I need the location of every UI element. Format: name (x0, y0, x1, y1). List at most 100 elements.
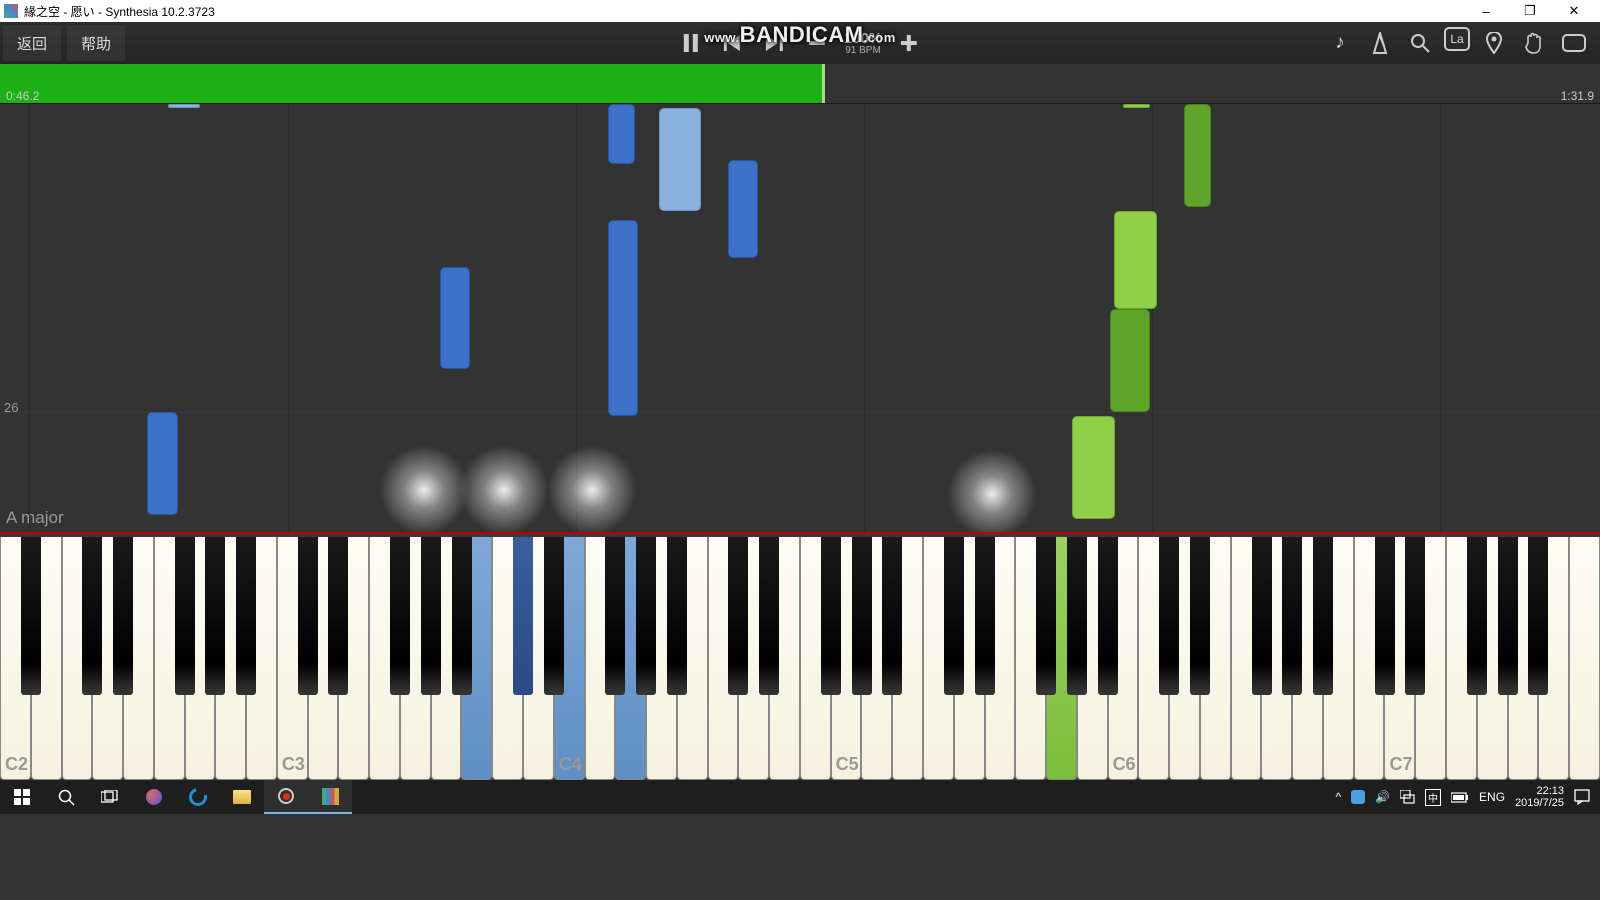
falling-note (147, 412, 177, 515)
falling-note (168, 104, 200, 108)
black-key[interactable] (821, 537, 841, 695)
song-progress[interactable]: 0:46.2 1:31.9 (0, 64, 1600, 104)
tray-clock[interactable]: 22:13 2019/7/25 (1515, 785, 1564, 809)
black-key[interactable] (1098, 537, 1118, 695)
key-glow (459, 445, 549, 532)
labels-button[interactable]: La (1444, 27, 1470, 51)
black-key[interactable] (1159, 537, 1179, 695)
tray-chevron-icon[interactable]: ^ (1335, 790, 1341, 804)
black-key[interactable] (728, 537, 748, 695)
octave-line (288, 104, 289, 532)
tray-network-icon[interactable] (1400, 790, 1415, 805)
maximize-button[interactable]: ❐ (1508, 0, 1552, 22)
black-key[interactable] (944, 537, 964, 695)
black-key[interactable] (452, 537, 472, 695)
help-button[interactable]: 帮助 (67, 25, 125, 61)
black-key[interactable] (882, 537, 902, 695)
tray-app-icon[interactable] (1351, 790, 1365, 804)
falling-note (608, 220, 638, 417)
windows-taskbar: ^ 🔊 中 ENG 22:13 2019/7/25 (0, 780, 1600, 814)
black-key[interactable] (975, 537, 995, 695)
black-key[interactable] (175, 537, 195, 695)
metronome-icon[interactable] (1364, 27, 1396, 59)
clock-time: 22:13 (1515, 785, 1564, 797)
black-key[interactable] (1498, 537, 1518, 695)
key-label: C4 (559, 754, 582, 775)
black-key[interactable] (1190, 537, 1210, 695)
octave-line (1440, 104, 1441, 532)
black-key[interactable] (205, 537, 225, 695)
black-key[interactable] (1467, 537, 1487, 695)
key-label: C2 (5, 754, 28, 775)
window-title: 緣之空 - 愿い - Synthesia 10.2.3723 (24, 3, 215, 20)
black-key[interactable] (421, 537, 441, 695)
black-key[interactable] (544, 537, 564, 695)
black-key[interactable] (1313, 537, 1333, 695)
bandicam-watermark: www.BANDICAM.com (704, 22, 896, 48)
window-titlebar: 緣之空 - 愿い - Synthesia 10.2.3723 – ❐ ✕ (0, 0, 1600, 22)
black-key[interactable] (1528, 537, 1548, 695)
black-key[interactable] (82, 537, 102, 695)
black-key[interactable] (605, 537, 625, 695)
key-glow (379, 445, 469, 532)
black-key[interactable] (390, 537, 410, 695)
falling-note (1114, 211, 1157, 309)
tempo-up-button[interactable] (894, 25, 924, 61)
app-icon-cluster (146, 789, 162, 805)
app-icon (4, 4, 18, 18)
back-button[interactable]: 返回 (3, 25, 61, 61)
octave-line (29, 104, 30, 532)
black-key[interactable] (852, 537, 872, 695)
black-key[interactable] (1067, 537, 1087, 695)
zoom-icon[interactable] (1404, 27, 1436, 59)
start-button[interactable] (0, 780, 44, 814)
hand-icon[interactable] (1518, 27, 1550, 59)
notefall-area: 26 A major (0, 104, 1600, 532)
black-key[interactable] (236, 537, 256, 695)
task-view-button[interactable] (88, 780, 132, 814)
close-button[interactable]: ✕ (1552, 0, 1596, 22)
black-key[interactable] (1252, 537, 1272, 695)
folder-icon (233, 790, 251, 804)
taskbar-explorer[interactable] (220, 780, 264, 814)
black-key[interactable] (328, 537, 348, 695)
white-key[interactable] (1569, 537, 1600, 780)
key-signature: A major (6, 508, 64, 528)
key-label: C3 (282, 754, 305, 775)
black-key[interactable] (1036, 537, 1056, 695)
note-icon[interactable]: ♪ (1324, 27, 1356, 59)
tray-language[interactable]: ENG (1479, 790, 1505, 804)
tray-battery-icon[interactable] (1451, 792, 1469, 803)
key-label: C5 (836, 754, 859, 775)
black-key[interactable] (21, 537, 41, 695)
piano-keyboard[interactable]: C2C3C4C5C6C7 (0, 532, 1600, 780)
key-label: C6 (1113, 754, 1136, 775)
falling-note (440, 267, 470, 370)
black-key[interactable] (667, 537, 687, 695)
key-glow (947, 449, 1037, 532)
black-key[interactable] (759, 537, 779, 695)
marker-icon[interactable] (1478, 27, 1510, 59)
black-key[interactable] (1282, 537, 1302, 695)
tray-volume-icon[interactable]: 🔊 (1375, 790, 1390, 804)
black-key[interactable] (1405, 537, 1425, 695)
black-key[interactable] (298, 537, 318, 695)
search-button[interactable] (44, 780, 88, 814)
falling-note (1072, 416, 1115, 519)
taskbar-app-1[interactable] (132, 780, 176, 814)
time-total: 1:31.9 (1561, 89, 1594, 103)
black-key[interactable] (513, 537, 533, 695)
octave-line (1152, 104, 1153, 532)
loop-icon[interactable] (1558, 27, 1590, 59)
taskbar-edge[interactable] (176, 780, 220, 814)
tray-ime-icon[interactable]: 中 (1425, 789, 1441, 806)
black-key[interactable] (113, 537, 133, 695)
black-key[interactable] (636, 537, 656, 695)
key-glow (547, 445, 637, 532)
taskbar-bandicam[interactable] (264, 780, 308, 814)
taskbar-synthesia[interactable] (308, 780, 352, 814)
pause-button[interactable] (676, 25, 706, 61)
minimize-button[interactable]: – (1464, 0, 1508, 22)
tray-notifications-icon[interactable] (1574, 789, 1590, 805)
black-key[interactable] (1375, 537, 1395, 695)
